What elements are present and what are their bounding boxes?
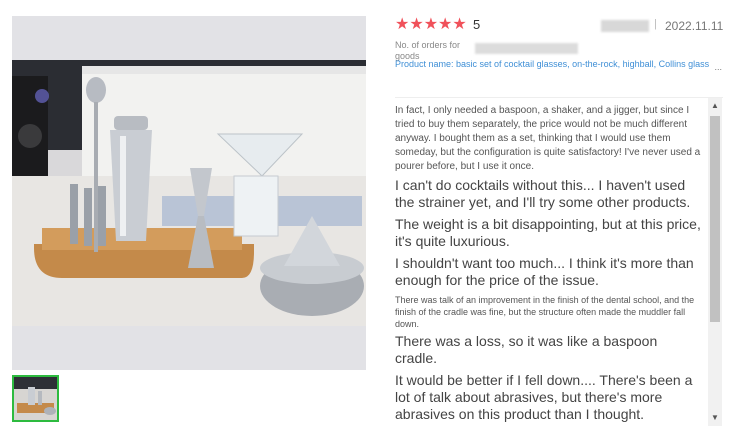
review-paragraph: There was talk of an improvement in the … (395, 295, 695, 329)
review-paragraph: I can't do cocktails without this... I h… (395, 177, 691, 210)
product-name-text: Product name: basic set of cocktail glas… (395, 59, 710, 69)
photo-thumbnail[interactable] (12, 375, 59, 422)
reviewer-name-blurred (601, 20, 649, 32)
review-header: ★★★★★ 5 | 2022.11.11 (395, 16, 725, 36)
orders-value-blurred (475, 43, 578, 54)
review-paragraph: It would be better if I fell down.... Th… (395, 372, 693, 422)
product-name-link[interactable]: Product name: basic set of cocktail glas… (395, 58, 725, 73)
cocktail-set-photo (12, 16, 366, 370)
thumbnail-image (14, 377, 57, 420)
review-date: 2022.11.11 (665, 19, 724, 33)
review-scrollbar[interactable]: ▲ ▼ (708, 98, 722, 426)
header-separator: | (654, 18, 657, 30)
rating-score: 5 (473, 17, 481, 32)
scroll-down-arrow-icon[interactable]: ▼ (708, 412, 722, 424)
review-panel: ★★★★★ 5 | 2022.11.11 No. of orders for g… (395, 0, 725, 432)
star-rating: ★★★★★ (395, 16, 467, 33)
review-paragraph: I shouldn't want too much... I think it'… (395, 255, 694, 288)
review-paragraph: In fact, I only needed a baspoon, a shak… (395, 105, 701, 172)
review-photo[interactable] (12, 16, 366, 370)
review-paragraph: The weight is a bit disappointing, but a… (395, 216, 701, 249)
review-paragraph: There was a loss, so it was like a baspo… (395, 333, 658, 366)
scroll-up-arrow-icon[interactable]: ▲ (708, 100, 722, 112)
product-more-ellipsis[interactable]: ... (714, 61, 722, 73)
scroll-thumb[interactable] (710, 116, 720, 322)
review-text: In fact, I only needed a baspoon, a shak… (395, 104, 701, 426)
review-body[interactable]: In fact, I only needed a baspoon, a shak… (395, 97, 723, 426)
